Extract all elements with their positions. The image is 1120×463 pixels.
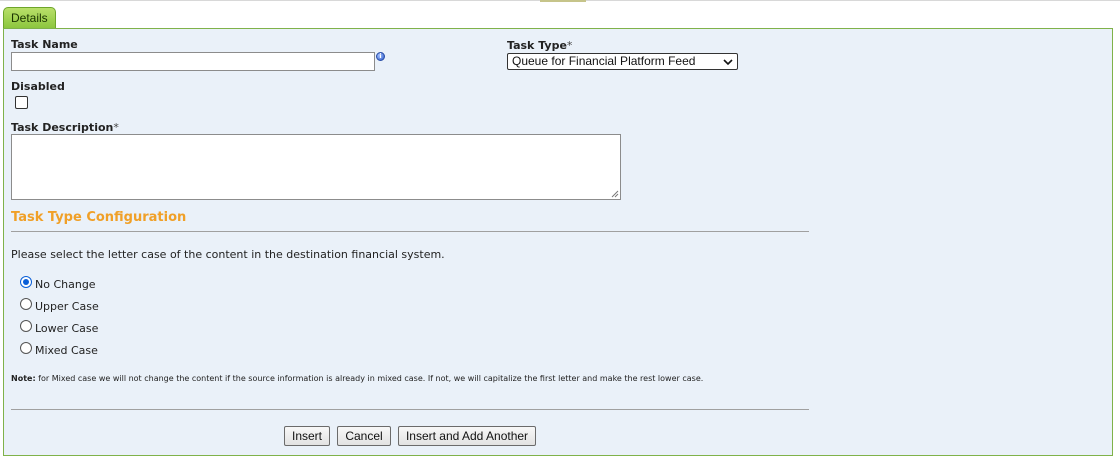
section-divider [11,231,809,232]
mixed-case-note: Note: for Mixed case we will not change … [11,373,801,384]
radio-mixed-case[interactable] [20,342,32,354]
task-type-selected-value: Queue for Financial Platform Feed [512,54,696,68]
task-type-label: Task Type* [507,39,572,52]
task-description-textarea[interactable] [11,134,621,200]
radio-no-change[interactable] [20,276,32,288]
info-icon[interactable]: i [376,52,385,61]
note-label: Note: [11,374,36,383]
cancel-button[interactable]: Cancel [337,426,391,446]
required-mark: * [113,121,119,134]
insert-and-add-another-button[interactable]: Insert and Add Another [398,426,536,446]
details-panel: Task Name i Task Type* Queue for Financi… [3,28,1113,456]
disabled-checkbox[interactable] [15,96,28,109]
radio-upper-case[interactable] [20,298,32,310]
task-name-label: Task Name [11,38,78,51]
section-title: Task Type Configuration [11,210,187,225]
task-description-label-text: Task Description [11,121,114,134]
footer-divider [11,409,809,410]
note-text: for Mixed case we will not change the co… [35,374,704,383]
task-description-label: Task Description* [11,121,119,134]
required-mark: * [566,39,573,52]
radio-label-lower-case[interactable]: Lower Case [35,322,98,335]
insert-button[interactable]: Insert [284,426,330,446]
task-type-label-text: Task Type [507,39,567,52]
radio-lower-case[interactable] [20,320,32,332]
radio-label-no-change[interactable]: No Change [35,278,96,291]
disabled-label: Disabled [11,80,65,93]
resize-grip-icon[interactable] [611,190,619,198]
case-instructions: Please select the letter case of the con… [11,248,445,261]
task-name-input[interactable] [11,52,375,71]
radio-label-upper-case[interactable]: Upper Case [35,300,99,313]
top-accent-mark [540,0,586,2]
tab-details[interactable]: Details [3,7,56,28]
chevron-down-icon [723,59,733,66]
task-type-select[interactable]: Queue for Financial Platform Feed [507,53,738,70]
radio-label-mixed-case[interactable]: Mixed Case [35,344,98,357]
